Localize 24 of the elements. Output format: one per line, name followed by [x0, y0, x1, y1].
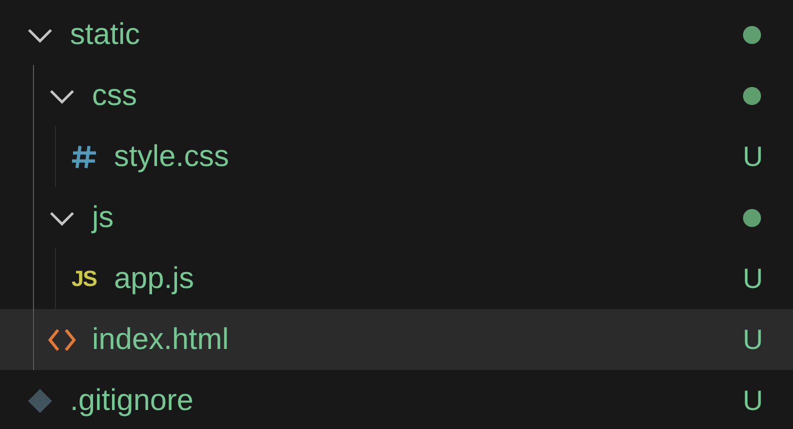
tree-row[interactable]: static [0, 4, 793, 65]
js-icon: JS [72, 268, 96, 290]
file-name: app.js [114, 262, 196, 296]
status-letter: U [742, 140, 763, 172]
file-name: css [92, 78, 138, 112]
tree-row[interactable]: .gitignore U [0, 370, 793, 429]
tree-row[interactable]: css [0, 65, 793, 126]
git-diamond-icon [27, 388, 53, 414]
code-brackets-icon [48, 328, 76, 352]
file-name: .gitignore [70, 384, 194, 418]
file-name: index.html [92, 322, 230, 356]
file-name: js [92, 200, 115, 234]
chevron-down-icon[interactable] [49, 88, 75, 104]
status-letter: U [742, 384, 763, 416]
file-name: static [70, 18, 142, 52]
status-letter: U [742, 324, 763, 356]
status-letter: U [742, 262, 763, 294]
tree-row[interactable]: style.css U [0, 126, 793, 187]
file-name: style.css [114, 140, 230, 174]
chevron-down-icon[interactable] [27, 26, 53, 42]
hash-icon [71, 144, 97, 170]
tree-row[interactable]: index.html U [0, 309, 793, 370]
tree-row[interactable]: js [0, 187, 793, 248]
chevron-down-icon[interactable] [49, 210, 75, 226]
